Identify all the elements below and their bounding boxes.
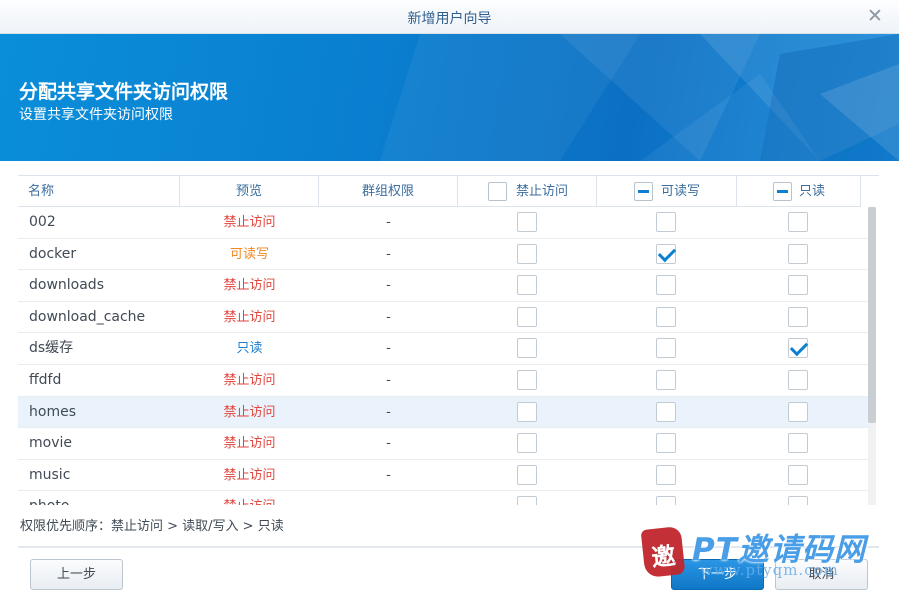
read-only-checkbox[interactable] xyxy=(788,306,808,327)
column-header-read-write: 可读写 xyxy=(597,176,737,207)
table-row[interactable]: ffdfd 禁止访问 - xyxy=(18,365,868,397)
folder-name: photo xyxy=(29,491,179,505)
read-write-checkbox[interactable] xyxy=(656,306,676,327)
column-header-deny: 禁止访问 xyxy=(458,176,597,207)
folder-name: ffdfd xyxy=(29,371,62,388)
read-write-checkbox[interactable] xyxy=(656,243,676,264)
folder-name: 002 xyxy=(29,214,56,230)
read-only-checkbox[interactable] xyxy=(788,275,808,296)
permission-preview: 禁止访问 xyxy=(223,436,276,452)
deny-checkbox[interactable] xyxy=(517,401,537,422)
permission-preview: 可读写 xyxy=(229,246,269,262)
read-write-header-label: 可读写 xyxy=(661,184,701,199)
group-permission: - xyxy=(386,246,391,262)
deny-checkbox[interactable] xyxy=(517,433,537,454)
deny-checkbox[interactable] xyxy=(517,338,537,359)
group-permission: - xyxy=(386,436,391,452)
read-write-all-checkbox[interactable] xyxy=(634,182,653,201)
window-title: 新增用户向导 xyxy=(407,11,492,27)
wizard-banner: 分配共享文件夹访问权限 设置共享文件夹访问权限 xyxy=(0,34,899,161)
read-only-checkbox[interactable] xyxy=(788,496,808,505)
page-subheading: 设置共享文件夹访问权限 xyxy=(19,107,173,123)
deny-checkbox[interactable] xyxy=(517,496,537,505)
watermark-stamp: 邀 xyxy=(640,526,686,578)
group-permission: - xyxy=(386,467,391,483)
deny-checkbox[interactable] xyxy=(517,306,537,327)
table-scrollbar[interactable] xyxy=(868,207,876,505)
folder-name: music xyxy=(29,466,71,483)
read-write-checkbox[interactable] xyxy=(656,464,676,485)
read-write-checkbox[interactable] xyxy=(656,212,676,232)
table-row[interactable]: homes 禁止访问 - xyxy=(18,396,868,429)
read-write-checkbox[interactable] xyxy=(656,338,676,359)
group-permission: - xyxy=(386,341,391,357)
folder-name: movie xyxy=(29,435,72,452)
table-row[interactable]: movie 禁止访问 - xyxy=(18,428,868,460)
table-row[interactable]: photo禁止访问- xyxy=(18,491,868,505)
page-heading: 分配共享文件夹访问权限 xyxy=(19,81,229,103)
permission-preview: 禁止访问 xyxy=(223,372,276,388)
previous-button[interactable]: 上一步 xyxy=(30,559,123,590)
deny-checkbox[interactable] xyxy=(517,369,537,390)
read-only-all-checkbox[interactable] xyxy=(773,182,792,201)
read-only-checkbox[interactable] xyxy=(788,369,808,390)
read-write-checkbox[interactable] xyxy=(656,401,676,422)
read-write-checkbox[interactable] xyxy=(656,369,676,390)
deny-all-checkbox[interactable] xyxy=(488,182,507,201)
folder-name: download_cache xyxy=(29,308,146,325)
column-header-read-only: 只读 xyxy=(737,176,861,207)
group-permission: - xyxy=(386,372,391,388)
permissions-table: 名称 预览 群组权限 禁止访问 可读写 只读 002 禁止访问 - docker 可读写… xyxy=(18,175,879,505)
title-bar: 新增用户向导 ✕ xyxy=(0,0,899,34)
permission-preview: 禁止访问 xyxy=(223,215,276,230)
read-only-checkbox[interactable] xyxy=(788,401,808,422)
permission-preview: 禁止访问 xyxy=(223,309,276,325)
group-permission: - xyxy=(386,309,391,325)
group-permission: - xyxy=(386,215,391,230)
folder-name: docker xyxy=(29,245,77,262)
permission-preview: 禁止访问 xyxy=(180,491,319,505)
watermark-url: www.ptyqm.com xyxy=(700,561,839,579)
permission-preview: 禁止访问 xyxy=(223,467,276,483)
table-body: 002 禁止访问 - docker 可读写 - downloads 禁止访问 - download… xyxy=(18,207,868,505)
column-header-preview[interactable]: 预览 xyxy=(180,176,319,207)
column-header-group[interactable]: 群组权限 xyxy=(319,176,458,207)
permission-priority-note: 权限优先顺序：禁止访问 > 读取/写入 > 只读 xyxy=(20,519,284,534)
deny-checkbox[interactable] xyxy=(517,243,537,264)
close-icon[interactable]: ✕ xyxy=(865,6,885,26)
read-only-checkbox[interactable] xyxy=(788,338,808,359)
read-only-checkbox[interactable] xyxy=(788,464,808,485)
table-row[interactable]: ds缓存 只读 - xyxy=(18,333,868,365)
table-row[interactable]: downloads 禁止访问 - xyxy=(18,270,868,302)
read-write-checkbox[interactable] xyxy=(656,433,676,454)
table-row[interactable]: download_cache 禁止访问 - xyxy=(18,302,868,334)
folder-name: downloads xyxy=(29,277,104,294)
read-only-checkbox[interactable] xyxy=(788,212,808,232)
table-row[interactable]: docker 可读写 - xyxy=(18,239,868,271)
read-only-header-label: 只读 xyxy=(799,184,826,199)
read-write-checkbox[interactable] xyxy=(656,496,676,505)
deny-checkbox[interactable] xyxy=(517,275,537,296)
folder-name: homes xyxy=(29,403,76,420)
read-only-checkbox[interactable] xyxy=(788,243,808,264)
deny-checkbox[interactable] xyxy=(517,212,537,232)
read-write-checkbox[interactable] xyxy=(656,275,676,296)
table-header: 名称 预览 群组权限 禁止访问 可读写 只读 xyxy=(18,176,861,207)
permission-preview: 禁止访问 xyxy=(223,404,276,420)
column-header-name[interactable]: 名称 xyxy=(18,176,180,207)
group-permission: - xyxy=(386,278,391,294)
watermark-stamp-text: 邀 xyxy=(650,541,677,573)
deny-checkbox[interactable] xyxy=(517,464,537,485)
table-scrollbar-thumb[interactable] xyxy=(868,207,876,423)
group-permission: - xyxy=(319,491,458,505)
permission-preview: 禁止访问 xyxy=(223,278,276,294)
folder-name: ds缓存 xyxy=(29,340,74,357)
table-row[interactable]: music 禁止访问 - xyxy=(18,460,868,492)
read-only-checkbox[interactable] xyxy=(788,433,808,454)
deny-header-label: 禁止访问 xyxy=(516,184,569,199)
permission-preview: 只读 xyxy=(236,341,263,357)
group-permission: - xyxy=(386,404,391,420)
table-row[interactable]: 002 禁止访问 - xyxy=(18,207,868,239)
